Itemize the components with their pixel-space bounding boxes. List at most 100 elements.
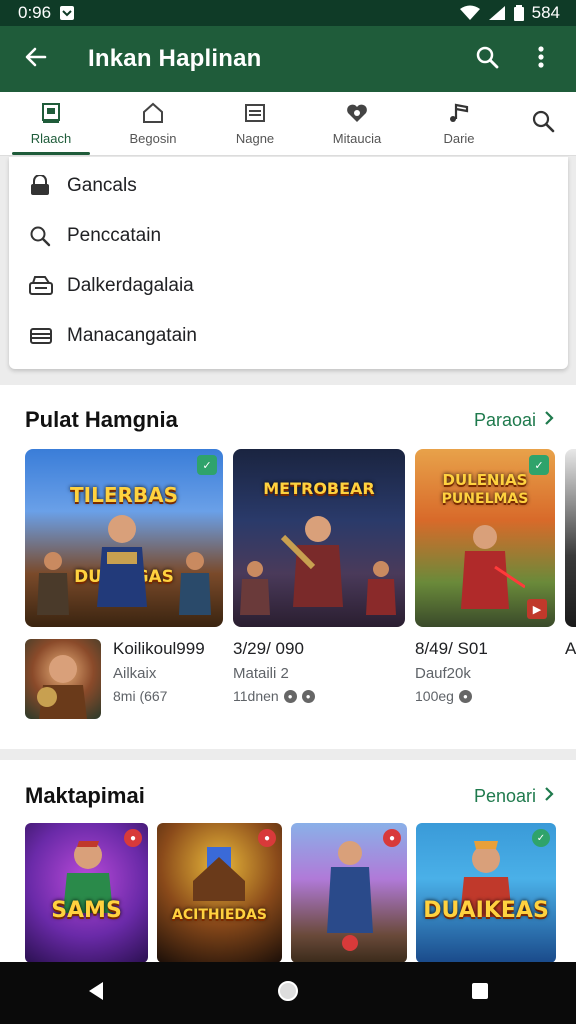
game-card[interactable]: ✓ TILERBAS DURIKGAS	[25, 449, 223, 627]
see-more-label: Penoari	[473, 785, 536, 806]
menu-item-manacangatain[interactable]: Manacangatain	[9, 311, 568, 361]
see-more-link[interactable]: Paraoai	[474, 410, 554, 431]
list-icon	[244, 102, 266, 127]
nav-back-button[interactable]	[66, 963, 126, 1023]
status-time: 0:96	[18, 3, 52, 22]
game-meta-text: 100eg	[415, 688, 454, 704]
see-more-link[interactable]: Penoari	[474, 786, 554, 807]
triangle-back-icon	[87, 981, 105, 1006]
tab-store[interactable]: Begosin	[102, 92, 204, 155]
tab-label: Nagne	[235, 130, 275, 146]
back-arrow-icon	[24, 45, 48, 74]
game-meta: 11dnen ● ●	[233, 688, 405, 704]
art-title: METROBEAR	[263, 479, 375, 498]
printer-icon	[29, 275, 67, 297]
tile-title: ACITHIEDAS	[172, 907, 267, 923]
menu-item-label: Manacangatain	[67, 325, 197, 346]
square-recents-icon	[471, 982, 489, 1005]
game-art: METROBEAR	[233, 449, 405, 627]
game-price: 8/49/ S01	[415, 639, 488, 658]
heart-icon	[345, 102, 369, 127]
search-icon	[531, 109, 555, 138]
music-icon	[448, 102, 470, 127]
search-icon	[475, 45, 499, 74]
badge-icon: ●	[124, 829, 142, 847]
nav-recents-button[interactable]	[450, 963, 510, 1023]
download-icon: ●	[301, 689, 315, 703]
game-art: ✓ DULENIAS PUNELMAS ▶	[415, 449, 555, 627]
video-icon: ▶	[527, 599, 547, 619]
home-icon	[40, 102, 62, 127]
tab-label: Mitaucia	[332, 130, 382, 146]
more-vert-icon	[538, 45, 544, 73]
tab-label: Rlaach	[30, 130, 72, 146]
game-meta: 8mi (667	[113, 688, 168, 704]
search-button[interactable]	[460, 26, 514, 92]
notification-icon	[59, 5, 75, 21]
card-icon	[29, 326, 67, 346]
section-maktapimai: Maktapimai Penoari ● SAMS ● ACITHIEDAS ●…	[0, 760, 576, 970]
game-card-partial[interactable]: A	[565, 449, 576, 659]
verified-icon: ✓	[197, 455, 217, 475]
circle-home-icon	[277, 980, 299, 1007]
game-meta: 100eg ●	[415, 688, 555, 704]
game-price: 3/29/ 090	[233, 639, 304, 658]
tab-list[interactable]: Nagne	[204, 92, 306, 155]
verified-icon: ✓	[532, 829, 550, 847]
game-tile[interactable]: ● SAMS	[25, 823, 148, 963]
badge-icon: ●	[258, 829, 276, 847]
app-bar: Inkan Haplinan	[0, 26, 576, 92]
more-options-button[interactable]	[514, 26, 568, 92]
game-tile[interactable]: ● ACITHIEDAS	[157, 823, 282, 963]
game-price: A	[565, 639, 576, 658]
game-art: ✓ TILERBAS DURIKGAS	[25, 449, 223, 627]
menu-item-label: Penccatain	[67, 225, 162, 246]
back-button[interactable]	[0, 26, 72, 92]
game-art	[565, 449, 576, 627]
menu-item-gancals[interactable]: Gancals	[9, 161, 568, 211]
tab-bar: Rlaach Begosin Nagne Mitaucia Darie	[0, 92, 576, 156]
search-icon	[29, 225, 67, 247]
battery-icon	[513, 5, 524, 21]
menu-item-penccatain[interactable]: Penccatain	[9, 211, 568, 261]
see-more-label: Paraoai	[473, 409, 536, 430]
signal-icon	[488, 5, 506, 21]
tab-home[interactable]: Rlaach	[0, 92, 102, 155]
section-pulat-hamgnia: Pulat Hamgnia Paraoai ✓ TILERBAS DURIKGA…	[0, 385, 576, 749]
badge-icon: ●	[383, 829, 401, 847]
menu-item-dalkerdagalaia[interactable]: Dalkerdagalaia	[9, 261, 568, 311]
system-nav-bar	[0, 962, 576, 1024]
game-meta-text: 11dnen	[233, 688, 279, 704]
game-subtitle: Mataili 2	[233, 665, 289, 682]
game-thumbnail[interactable]	[25, 639, 101, 719]
chevron-right-icon	[544, 410, 554, 431]
battery-level: 584	[531, 3, 560, 22]
tab-label: Begosin	[129, 130, 177, 146]
tile-title: SAMS	[51, 898, 122, 923]
section-title: Pulat Hamgnia	[25, 407, 178, 432]
game-card[interactable]: ✓ DULENIAS PUNELMAS ▶ 8/49/ S01 Dauf20k …	[415, 449, 555, 704]
art-subtitle: PUNELMAS	[441, 491, 529, 507]
tab-favorites[interactable]: Mitaucia	[306, 92, 408, 155]
wifi-icon	[459, 5, 480, 21]
game-tile[interactable]: ✓ DUAIKEAS	[416, 823, 556, 963]
game-tile[interactable]: ●	[291, 823, 407, 963]
page-title: Inkan Haplinan	[88, 45, 262, 72]
game-subtitle: Ailkaix	[113, 665, 157, 682]
tab-music[interactable]: Darie	[408, 92, 510, 155]
tab-label: Darie	[443, 130, 475, 146]
status-bar: 0:96 584	[0, 0, 576, 26]
nav-home-button[interactable]	[258, 963, 318, 1023]
menu-item-label: Gancals	[67, 175, 137, 196]
rating-icon: ●	[458, 689, 472, 703]
store-icon	[142, 102, 164, 127]
menu-item-label: Dalkerdagalaia	[67, 275, 194, 296]
rating-icon: ●	[283, 689, 297, 703]
chevron-right-icon	[544, 786, 554, 807]
tab-search-button[interactable]	[510, 92, 576, 155]
game-subtitle: Dauf20k	[415, 665, 471, 682]
tile-title: DUAIKEAS	[423, 898, 549, 923]
section-title: Maktapimai	[25, 783, 145, 808]
art-title: DULENIAS	[442, 471, 528, 489]
game-card[interactable]: METROBEAR 3/29/ 090 Mataili 2 11dnen ● ●	[233, 449, 405, 704]
